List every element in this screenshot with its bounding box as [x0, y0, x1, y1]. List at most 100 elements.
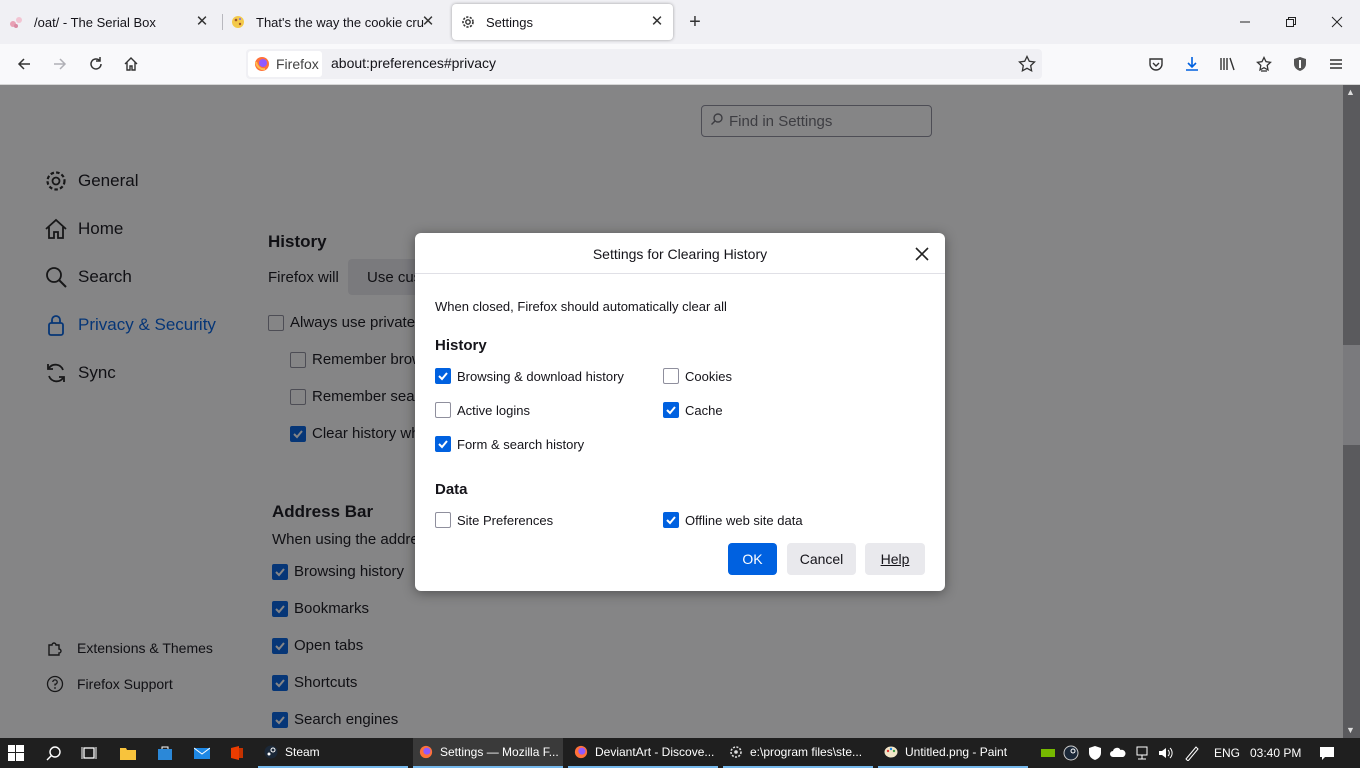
task-view-icon[interactable] [81, 738, 101, 768]
offline-web-data-checkbox[interactable]: Offline web site data [663, 512, 803, 528]
firefox-icon [419, 745, 433, 759]
scrollbar-thumb[interactable] [1343, 345, 1360, 445]
url-bar[interactable]: Firefox about:preferences#privacy [246, 49, 1042, 79]
close-window-button[interactable] [1314, 0, 1360, 44]
taskbar-app-paint[interactable]: Untitled.png - Paint [878, 738, 1028, 768]
forward-button[interactable] [48, 52, 72, 76]
back-button[interactable] [12, 52, 36, 76]
cache-checkbox[interactable]: Cache [663, 402, 723, 418]
windows-taskbar: Steam Settings — Mozilla F... DeviantArt… [0, 738, 1360, 768]
taskbar-app-steam[interactable]: Steam [258, 738, 408, 768]
dialog-intro: When closed, Firefox should automaticall… [435, 299, 727, 314]
cookies-checkbox[interactable]: Cookies [663, 368, 732, 384]
close-tab-icon[interactable]: ✕ [420, 14, 436, 30]
ok-button[interactable]: OK [728, 543, 777, 575]
clear-history-settings-dialog: Settings for Clearing History When close… [415, 233, 945, 591]
extensions-star-icon[interactable] [1252, 52, 1276, 76]
notifications-icon[interactable] [1319, 745, 1335, 761]
checkbox[interactable] [435, 512, 451, 528]
start-button[interactable] [8, 738, 30, 768]
restore-button[interactable] [1268, 0, 1314, 44]
taskbar-app-firefox-deviantart[interactable]: DeviantArt - Discove... [568, 738, 718, 768]
active-logins-checkbox[interactable]: Active logins [435, 402, 530, 418]
firefox-icon [574, 745, 588, 759]
downloads-icon[interactable] [1180, 52, 1204, 76]
checkbox-checked[interactable] [663, 402, 679, 418]
menu-icon[interactable] [1324, 52, 1348, 76]
dialog-header: Settings for Clearing History [415, 233, 945, 274]
dialog-data-heading: Data [435, 481, 468, 498]
checkbox-label: Form & search history [457, 436, 585, 452]
reload-button[interactable] [84, 52, 108, 76]
checkbox-label: Cookies [685, 368, 732, 384]
dialog-history-heading: History [435, 337, 487, 354]
mail-icon[interactable] [194, 738, 212, 768]
office-icon[interactable] [230, 738, 248, 768]
navigation-toolbar: Firefox about:preferences#privacy [0, 44, 1360, 85]
browsing-download-history-checkbox[interactable]: Browsing & download history [435, 368, 624, 384]
search-icon[interactable] [46, 738, 66, 768]
gear-icon [460, 14, 476, 30]
taskbar-app-label: Steam [285, 745, 320, 759]
tab-settings[interactable]: Settings ✕ [452, 4, 673, 40]
home-button[interactable] [119, 52, 143, 76]
network-icon[interactable] [1134, 745, 1150, 761]
defender-shield-icon[interactable] [1087, 745, 1103, 761]
volume-icon[interactable] [1157, 745, 1173, 761]
serial-box-favicon [8, 14, 24, 30]
paint-icon [884, 745, 898, 759]
checkbox-label: Cache [685, 402, 723, 418]
close-tab-icon[interactable]: ✕ [194, 14, 210, 30]
checkbox[interactable] [663, 368, 679, 384]
pocket-icon[interactable] [1144, 52, 1168, 76]
steam-icon [264, 745, 278, 759]
taskbar-app-label: e:\program files\ste... [750, 745, 863, 759]
library-icon[interactable] [1216, 52, 1240, 76]
taskbar-app-explorer[interactable]: e:\program files\ste... [723, 738, 873, 768]
taskbar-app-label: Untitled.png - Paint [905, 745, 1008, 759]
cancel-button[interactable]: Cancel [787, 543, 856, 575]
nvidia-icon[interactable] [1040, 745, 1056, 761]
checkbox-checked[interactable] [435, 368, 451, 384]
identity-label: Firefox [276, 56, 319, 72]
dialog-title: Settings for Clearing History [592, 246, 768, 262]
scroll-up-icon[interactable]: ▲ [1346, 87, 1355, 97]
gear-icon [729, 745, 743, 759]
minimize-button[interactable] [1222, 0, 1268, 44]
steam-tray-icon[interactable] [1063, 745, 1079, 761]
firefox-icon [254, 56, 270, 72]
cookie-favicon [230, 14, 246, 30]
store-icon[interactable] [157, 738, 175, 768]
tab-cookie[interactable]: That's the way the cookie crumbles ✕ [230, 4, 444, 40]
identity-box[interactable]: Firefox [248, 51, 322, 77]
help-button[interactable]: Help [865, 543, 925, 575]
close-tab-icon[interactable]: ✕ [649, 14, 665, 30]
pen-ink-icon[interactable] [1184, 745, 1200, 761]
file-explorer-icon[interactable] [120, 738, 138, 768]
new-tab-button[interactable]: + [672, 0, 718, 44]
tab-serial-box[interactable]: /oat/ - The Serial Box ✕ [8, 4, 218, 40]
taskbar-app-firefox-settings[interactable]: Settings — Mozilla F... [413, 738, 563, 768]
shield-icon[interactable] [1288, 52, 1312, 76]
checkbox-label: Browsing & download history [457, 368, 624, 384]
checkbox[interactable] [435, 402, 451, 418]
clock[interactable]: 03:40 PM [1250, 738, 1308, 768]
form-search-history-checkbox[interactable]: Form & search history [435, 436, 584, 452]
tab-title: That's the way the cookie crumbles [256, 14, 424, 30]
taskbar-app-label: Settings — Mozilla F... [440, 745, 559, 759]
onedrive-cloud-icon[interactable] [1110, 745, 1126, 761]
tab-strip: /oat/ - The Serial Box ✕ That's the way … [0, 0, 1360, 44]
taskbar-app-label: DeviantArt - Discove... [595, 745, 715, 759]
scroll-down-icon[interactable]: ▼ [1346, 725, 1355, 735]
checkbox-checked[interactable] [663, 512, 679, 528]
site-preferences-checkbox[interactable]: Site Preferences [435, 512, 553, 528]
tab-title: /oat/ - The Serial Box [34, 14, 156, 30]
checkbox-checked[interactable] [435, 436, 451, 452]
tab-title: Settings [486, 14, 533, 30]
close-icon[interactable] [911, 243, 933, 265]
checkbox-label: Site Preferences [457, 512, 554, 528]
url-text: about:preferences#privacy [331, 55, 496, 71]
language-indicator[interactable]: ENG [1214, 738, 1244, 768]
bookmark-star-icon[interactable] [1018, 54, 1036, 78]
checkbox-label: Offline web site data [685, 512, 803, 528]
